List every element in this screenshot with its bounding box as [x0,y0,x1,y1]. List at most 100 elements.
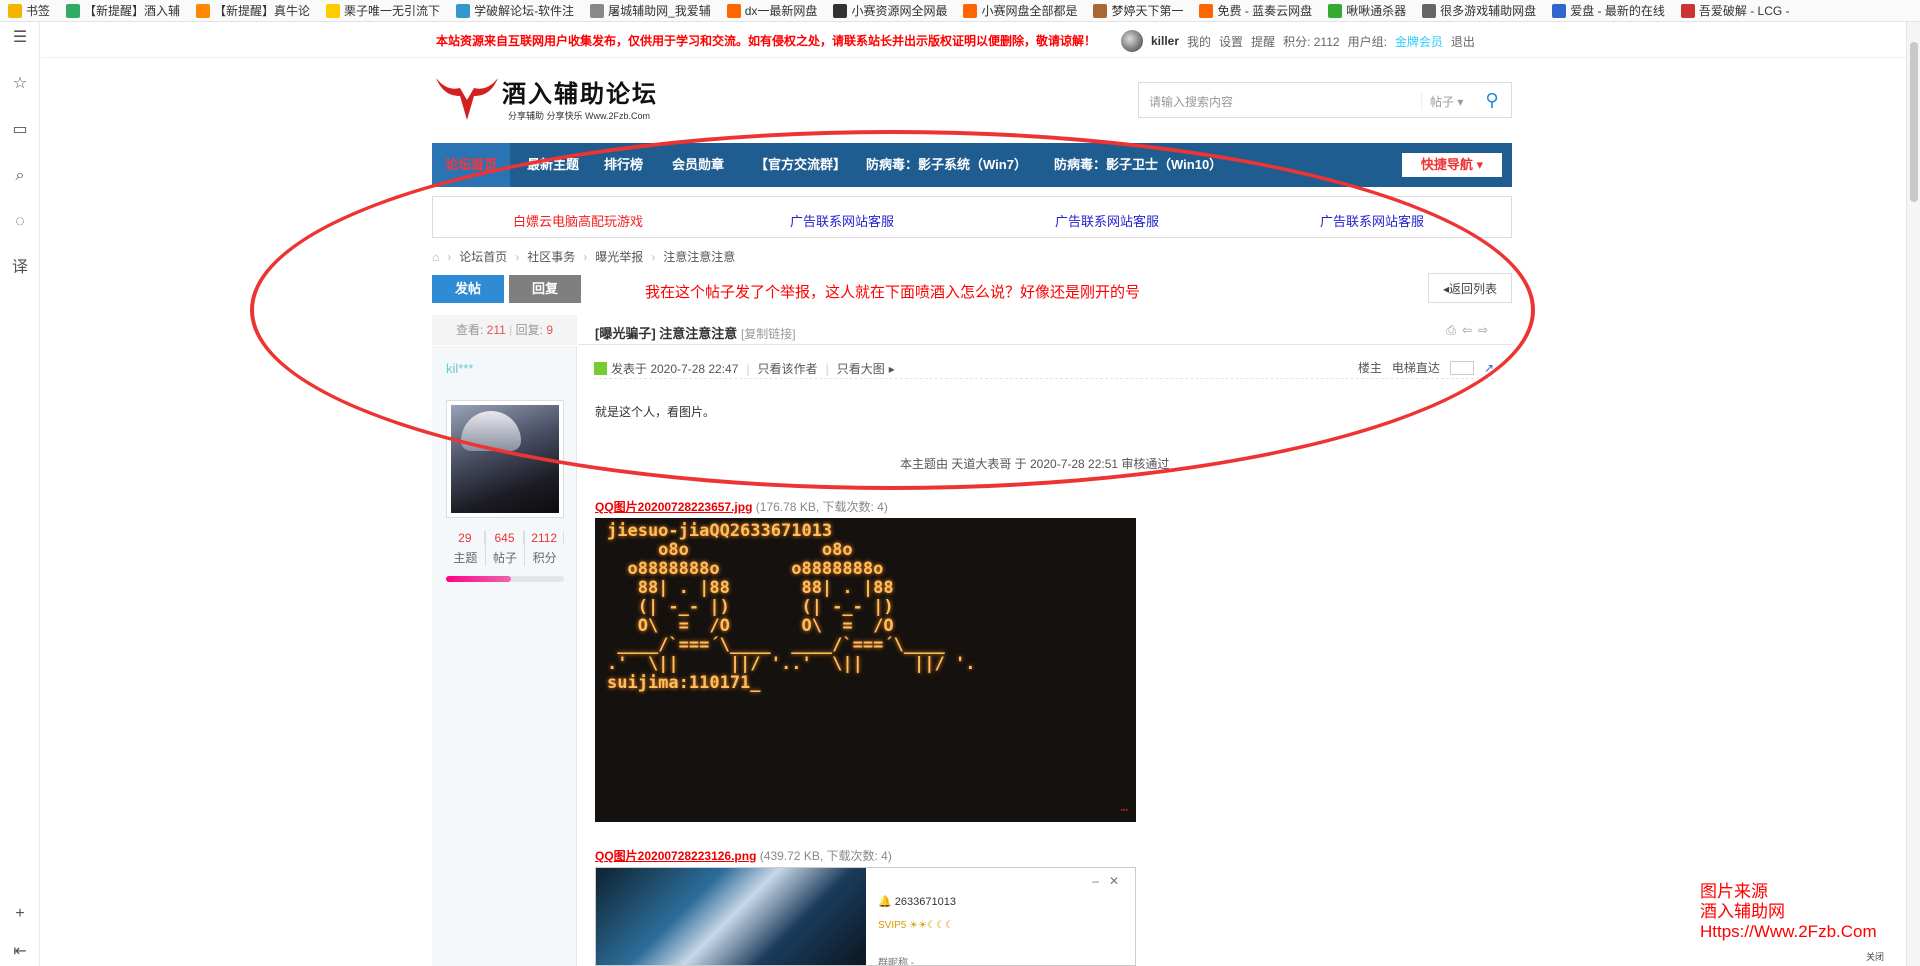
nav-medals[interactable]: 会员勋章 [672,143,724,187]
bookmark-item[interactable]: 爱盘 - 最新的在线 [1544,0,1673,21]
nav-latest[interactable]: 最新主题 [527,143,579,187]
views-count: 211 [486,323,506,337]
only-author-link[interactable]: 只看该作者 [758,360,818,377]
bookmark-item[interactable]: 【新提醒】酒入辅 [58,0,188,21]
attachment-2-link[interactable]: QQ图片20200728223126.png [595,849,756,863]
bookmark-item[interactable]: 小赛资源网全网最 [825,0,955,21]
favicon-icon [8,3,22,18]
ad-link-1[interactable]: 白嫖云电脑高配玩游戏 [513,211,643,230]
search-input[interactable]: 请输入搜索内容 [1149,93,1233,110]
attachment-2: QQ图片20200728223126.png (439.72 KB, 下载次数:… [595,849,892,863]
crumb-home[interactable]: 论坛首页 [459,248,507,265]
nav-rank[interactable]: 排行榜 [604,143,643,187]
source-close-button[interactable]: 关闭 [1866,950,1884,963]
search-box[interactable]: 请输入搜索内容 帖子 ▾ ⚲ [1138,82,1512,118]
site-notice: 本站资源来自互联网用户收集发布，仅供用于学习和交流。如有侵权之处，请联系站长并出… [436,34,1097,48]
site-logo[interactable]: 酒入辅助论坛 分享辅助 分享快乐 Www.2Fzb.Com [432,70,658,126]
avatar[interactable] [1121,30,1143,52]
thread-tools: ⎙⇦⇨ [1446,323,1494,338]
username[interactable]: killer [1151,34,1179,48]
translate-icon[interactable]: 译 [8,256,32,280]
level-progress-bar [446,576,564,582]
nav-antivirus-win10[interactable]: 防病毒：影子卫士（Win10） [1054,143,1222,187]
menu-icon[interactable]: ☰ [8,26,32,50]
link-settings[interactable]: 设置 [1219,33,1243,50]
ad-link-4[interactable]: 广告联系网站客服 [1320,211,1424,230]
book-icon[interactable]: ▭ [8,118,32,142]
user-menu: killer 我的 设置 提醒 积分: 2112 用户组: 金牌会员 退出 [1121,30,1475,52]
back-to-list-button[interactable]: ◂返回列表 [1428,273,1512,303]
annotation-text: 我在这个帖子发了个举报，这人就在下面喷酒入怎么说？好像还是刚开的号 [645,284,1141,301]
jump-input[interactable] [1449,360,1474,375]
crumb-thread[interactable]: 注意注意注意 [663,248,735,265]
stat-points[interactable]: 2112 [525,531,565,545]
logout-link[interactable]: 退出 [1451,33,1475,50]
favicon-icon [963,3,978,18]
bookmark-item[interactable]: 书签 [0,0,58,21]
author-avatar[interactable] [446,400,564,518]
floor-label: 楼主 [1357,361,1382,375]
author-name[interactable]: kil*** [446,361,473,376]
attachment-2-image[interactable]: –✕ 🔔 2633671013 SVIP5 ☀☀☾☾☾ 群昵称 - [595,867,1136,966]
bookmark-item[interactable]: 啾啾通杀器 [1320,0,1414,21]
favicon-icon [1093,3,1108,18]
bookmark-item[interactable]: 屠城辅助网_我爱辅 [582,0,719,21]
star-icon[interactable]: ☆ [8,72,32,96]
ad-link-3[interactable]: 广告联系网站客服 [1055,211,1159,230]
chat-icon[interactable]: ◌ [8,210,32,234]
nav-antivirus-win7[interactable]: 防病毒：影子系统（Win7） [866,143,1027,187]
link-my[interactable]: 我的 [1187,33,1211,50]
bookmark-item[interactable]: 梦婷天下第一 [1085,0,1191,21]
reply-button[interactable]: 回复 [509,275,581,303]
attachment-1-link[interactable]: QQ图片20200728223657.jpg [595,500,752,514]
scrollbar[interactable] [1906,22,1920,966]
big-image-link[interactable]: 只看大图 [837,360,885,377]
bookmark-item[interactable]: 很多游戏辅助网盘 [1414,0,1544,21]
bookmark-item[interactable]: 【新提醒】真牛论 [188,0,318,21]
bookmark-item[interactable]: dx一最新网盘 [719,0,826,21]
link-remind[interactable]: 提醒 [1251,33,1275,50]
print-icon[interactable]: ⎙ [1446,323,1462,337]
search-icon[interactable]: ⌕ [8,164,32,188]
crumb-community[interactable]: 社区事务 [527,248,575,265]
bookmark-item[interactable]: 小赛网盘全部都是 [955,0,1085,21]
new-post-button[interactable]: 发帖 [432,275,504,303]
ad-link-2[interactable]: 广告联系网站客服 [790,211,894,230]
prev-icon[interactable]: ⇦ [1462,323,1478,337]
bookmark-item[interactable]: 吾爱破解 - LCG - [1673,0,1798,21]
logo-subtitle: 分享辅助 分享快乐 Www.2Fzb.Com [508,111,651,121]
copy-link[interactable]: [复制链接] [741,327,796,341]
next-icon[interactable]: ⇨ [1478,323,1494,337]
search-button[interactable]: ⚲ [1473,83,1511,117]
screen-text: jiesuo-jiaQQ2633671013 o8o o8o o8888888o… [607,521,976,693]
stat-posts[interactable]: 645 [486,531,525,545]
favicon-icon [833,3,848,18]
bookmark-item[interactable]: 免费 - 蓝奏云网盘 [1191,0,1320,21]
bookmark-item[interactable]: 学破解论坛-软件注 [448,0,582,21]
browser-sidebar: ☰ ☆ ▭ ⌕ ◌ 译 + ⇤ [0,22,40,966]
link-points[interactable]: 积分: 2112 [1283,33,1339,50]
jump-go-icon[interactable]: ↗ [1484,361,1494,375]
nav-group[interactable]: 【官方交流群】 [755,143,846,187]
stat-threads[interactable]: 29 [446,531,485,545]
scrollbar-thumb[interactable] [1910,42,1918,202]
thread-title-bar: [曝光骗子] 注意注意注意 [复制链接] ⎙⇦⇨ [578,315,1512,345]
search-type-select[interactable]: 帖子 ▾ [1421,93,1463,110]
collapse-icon[interactable]: ⇤ [8,940,32,964]
usergroup-value[interactable]: 金牌会员 [1395,33,1443,50]
thread-tag[interactable]: [曝光骗子] [595,326,656,341]
replies-count: 9 [546,323,553,337]
favicon-icon [326,3,341,18]
main-nav: 论坛首页 最新主题 排行榜 会员勋章 【官方交流群】 防病毒：影子系统（Win7… [432,143,1512,187]
plus-icon[interactable]: + [8,902,32,926]
home-icon[interactable]: ⌂ [432,250,439,264]
crumb-report[interactable]: 曝光举报 [595,248,643,265]
thread-title: [曝光骗子] 注意注意注意 [复制链接] [595,326,796,341]
favicon-icon [1199,3,1214,18]
attachment-1-image[interactable]: jiesuo-jiaQQ2633671013 o8o o8o o8888888o… [595,518,1136,822]
qq-profile-panel: –✕ 🔔 2633671013 SVIP5 ☀☀☾☾☾ 群昵称 - [866,868,1135,965]
logo-title: 酒入辅助论坛 [502,79,658,108]
bookmark-item[interactable]: 栗子唯一无引流下 [318,0,448,21]
nav-home[interactable]: 论坛首页 [432,143,510,187]
quick-nav-button[interactable]: 快捷导航 ▾ [1402,153,1502,177]
